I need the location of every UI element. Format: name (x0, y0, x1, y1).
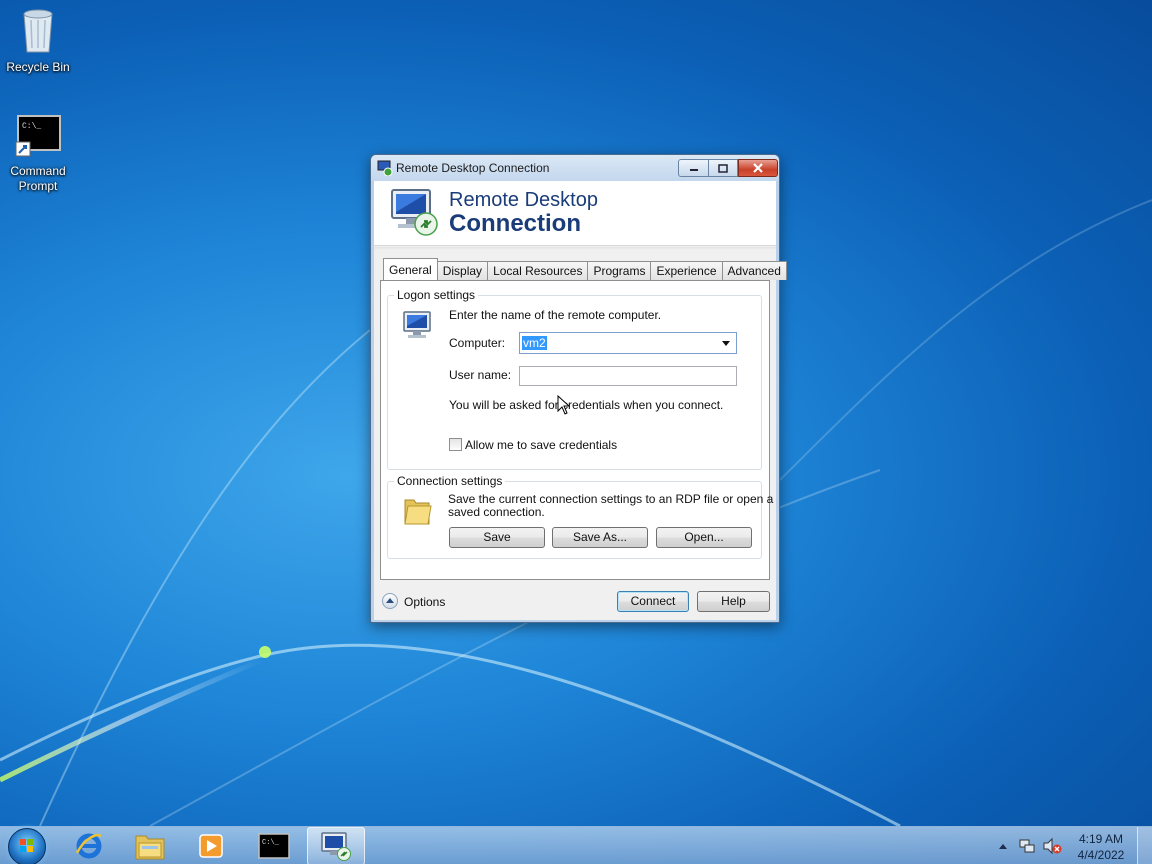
window-title: Remote Desktop Connection (396, 161, 550, 175)
taskbar-windows-explorer[interactable] (121, 827, 179, 864)
minimize-button[interactable] (678, 159, 709, 177)
show-desktop-button[interactable] (1137, 827, 1152, 864)
tab-display[interactable]: Display (436, 261, 489, 280)
computer-monitor-icon (402, 310, 436, 343)
header-banner: Remote Desktop Connection (374, 181, 776, 246)
logon-instruction: Enter the name of the remote computer. (449, 308, 662, 322)
command-prompt-icon: C:\_ (258, 833, 290, 859)
banner-divider (374, 247, 776, 250)
minimize-icon (689, 169, 698, 171)
windows-logo-icon (20, 839, 33, 852)
username-input[interactable] (519, 366, 737, 386)
command-prompt-desktop-icon[interactable]: C:\_ Command Prompt (0, 114, 76, 194)
taskbar-internet-explorer[interactable] (60, 827, 118, 864)
svg-text:C:\_: C:\_ (22, 122, 41, 131)
banner-title-line1: Remote Desktop (449, 189, 598, 211)
tab-general[interactable]: General (383, 258, 438, 280)
system-tray (996, 827, 1066, 864)
recycle-bin-desktop-icon[interactable]: Recycle Bin (0, 6, 76, 75)
tab-experience[interactable]: Experience (650, 261, 723, 280)
credentials-note: You will be asked for credentials when y… (449, 398, 724, 412)
dialog-client-area: Remote Desktop Connection General Displa… (374, 181, 787, 620)
open-button[interactable]: Open... (656, 527, 752, 548)
connection-description-line2: saved connection. (448, 505, 545, 519)
remote-desktop-icon (321, 832, 351, 861)
connection-settings-label: Connection settings (394, 474, 506, 488)
volume-muted-icon[interactable] (1042, 837, 1062, 855)
options-expand-icon[interactable] (382, 593, 398, 609)
logon-settings-group: Logon settings Enter the name of the rem… (387, 288, 762, 470)
connection-settings-group: Connection settings Save the current con… (387, 474, 773, 559)
save-as-button[interactable]: Save As... (552, 527, 648, 548)
tab-strip: General Display Local Resources Programs… (383, 258, 787, 280)
username-label: User name: (449, 368, 512, 382)
logon-settings-label: Logon settings (394, 288, 479, 302)
recycle-bin-label: Recycle Bin (6, 60, 70, 74)
folder-icon (403, 494, 433, 529)
start-button[interactable] (8, 828, 46, 864)
connect-button[interactable]: Connect (617, 591, 689, 612)
save-credentials-checkbox[interactable] (449, 438, 462, 451)
connection-description-line1: Save the current connection settings to … (448, 492, 774, 506)
svg-text:C:\_: C:\_ (262, 839, 280, 847)
tab-programs[interactable]: Programs (587, 261, 652, 280)
remote-desktop-logo-icon (388, 186, 440, 241)
banner-title-line2: Connection (449, 210, 581, 237)
taskbar-remote-desktop[interactable] (307, 827, 365, 864)
tab-local-resources[interactable]: Local Resources (487, 261, 589, 280)
maximize-icon (718, 163, 728, 173)
save-credentials-label[interactable]: Allow me to save credentials (465, 438, 617, 452)
clock-time: 4:19 AM (1078, 832, 1124, 846)
windows-explorer-icon (135, 835, 165, 860)
computer-value: vm2 (522, 336, 547, 350)
save-button[interactable]: Save (449, 527, 545, 548)
show-hidden-icons-icon[interactable] (998, 842, 1008, 850)
computer-combobox[interactable]: vm2 (519, 332, 737, 354)
taskbar-command-prompt[interactable]: C:\_ (245, 827, 303, 864)
taskbar-clock[interactable]: 4:19 AM 4/4/2022 (1066, 831, 1136, 863)
taskbar: C:\_ 4:19 AM 4/4/2022 (0, 826, 1152, 864)
help-button[interactable]: Help (697, 591, 770, 612)
taskbar-media-player[interactable] (182, 827, 240, 864)
computer-label: Computer: (449, 336, 506, 350)
close-icon (753, 163, 763, 173)
close-button[interactable] (738, 159, 778, 177)
chevron-down-icon[interactable] (722, 341, 730, 346)
command-prompt-label-line1: Command (10, 164, 66, 178)
network-icon[interactable] (1018, 837, 1036, 855)
command-prompt-label-line2: Prompt (18, 179, 58, 193)
tab-advanced[interactable]: Advanced (721, 261, 787, 280)
media-player-icon (199, 834, 223, 858)
clock-date: 4/4/2022 (1077, 848, 1125, 862)
general-tab-panel: Logon settings Enter the name of the rem… (380, 280, 773, 580)
mouse-cursor-icon (557, 395, 571, 415)
internet-explorer-icon (75, 833, 102, 859)
remote-desktop-app-icon (377, 160, 393, 179)
options-link[interactable]: Options (404, 595, 445, 609)
command-prompt-icon: C:\_ (0, 114, 76, 162)
remote-desktop-window: Remote Desktop Connection Remote Desktop… (370, 154, 787, 623)
maximize-button[interactable] (709, 159, 738, 177)
title-bar[interactable]: Remote Desktop Connection (371, 155, 779, 181)
recycle-bin-icon (0, 6, 76, 58)
